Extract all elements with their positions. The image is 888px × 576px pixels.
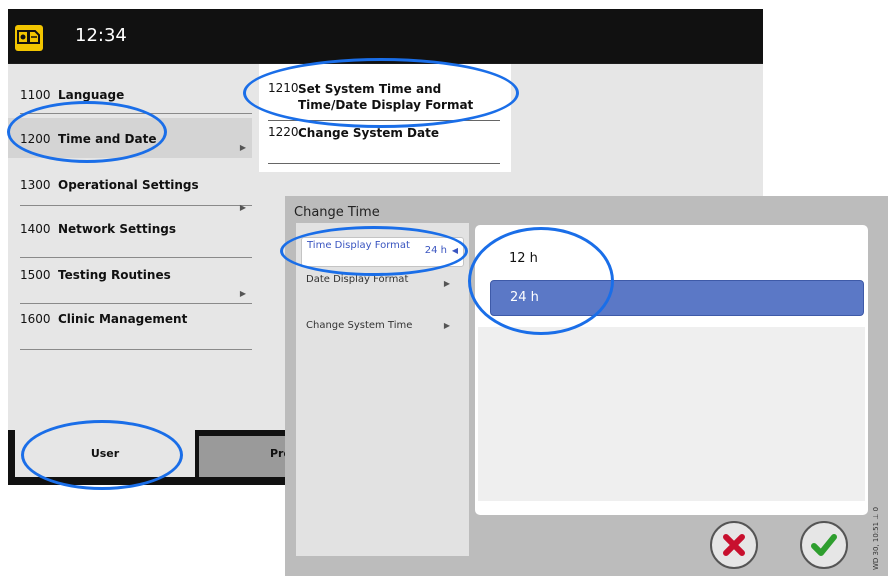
submenu-item-number: 1210 — [268, 81, 299, 95]
option-date-display-format[interactable]: Date Display Format ▶ — [301, 274, 464, 300]
option-value: 24 h — [424, 245, 447, 256]
divider — [20, 205, 252, 206]
menu-item-time-and-date[interactable]: 1200 Time and Date ▶ — [8, 118, 252, 158]
choice-24h-selected[interactable]: 24 h — [490, 280, 864, 316]
submenu-item-change-system-date[interactable]: 1220 Change System Date — [268, 125, 504, 165]
menu-item-testing-routines[interactable]: 1500 Testing Routines ▶ — [20, 254, 252, 304]
tab-user[interactable]: User — [15, 430, 195, 477]
dialog-options-panel: Time Display Format 24 h ◀ Date Display … — [296, 223, 469, 556]
close-x-icon — [723, 534, 745, 556]
submenu-item-label: Change System Date — [298, 126, 439, 140]
divider — [20, 349, 252, 350]
chevron-right-icon: ▶ — [443, 321, 450, 330]
choice-label: 12 h — [509, 251, 538, 266]
tab-programs[interactable]: Prog — [199, 436, 299, 477]
tab-label: User — [90, 447, 120, 460]
menu-item-number: 1500 — [20, 268, 51, 282]
menu-item-number: 1600 — [20, 312, 51, 326]
menu-item-number: 1200 — [20, 132, 51, 146]
menu-item-number: 1400 — [20, 222, 51, 236]
menu-item-number: 1300 — [20, 178, 51, 192]
cancel-button[interactable] — [710, 521, 758, 569]
submenu-item-set-system-time[interactable]: 1210 Set System Time and Time/Date Displ… — [268, 81, 504, 121]
option-time-display-format[interactable]: Time Display Format 24 h ◀ — [301, 237, 464, 267]
menu-item-number: 1100 — [20, 88, 51, 102]
divider — [20, 113, 252, 114]
menu-item-network-settings[interactable]: 1400 Network Settings — [20, 208, 252, 258]
choice-12h[interactable]: 12 h — [490, 242, 862, 276]
option-label: Date Display Format — [306, 274, 409, 285]
menu-item-label: Clinic Management — [58, 312, 188, 326]
change-time-dialog: Change Time Time Display Format 24 h ◀ D… — [285, 196, 888, 576]
menu-item-label: Network Settings — [58, 222, 176, 236]
time-format-chooser: 12 h 24 h — [475, 225, 868, 515]
option-change-system-time[interactable]: Change System Time ▶ — [301, 320, 464, 336]
menu-item-language[interactable]: 1100 Language — [20, 74, 252, 114]
submenu-item-label: Set System Time and Time/Date Display Fo… — [298, 82, 474, 112]
device-tool-icon[interactable] — [15, 25, 43, 51]
chevron-right-icon: ▶ — [239, 289, 246, 298]
check-icon — [811, 534, 837, 556]
clock-display: 12:34 — [75, 25, 127, 46]
choice-list-empty-area — [478, 327, 865, 501]
choice-label: 24 h — [510, 290, 539, 305]
submenu-panel: 1210 Set System Time and Time/Date Displ… — [259, 64, 511, 172]
menu-item-operational-settings[interactable]: 1300 Operational Settings ▶ — [20, 164, 252, 212]
top-bar: 12:34 — [8, 9, 763, 63]
submenu-item-number: 1220 — [268, 125, 299, 139]
divider — [268, 163, 500, 164]
menu-item-clinic-management[interactable]: 1600 Clinic Management — [20, 298, 252, 350]
confirm-button[interactable] — [800, 521, 848, 569]
menu-item-label: Testing Routines — [58, 268, 171, 282]
chevron-right-icon: ▶ — [443, 279, 450, 288]
figure-code: WD 30, 10:51 ⊥ 0 — [872, 506, 880, 570]
dialog-title: Change Time — [294, 205, 380, 220]
option-label: Time Display Format — [307, 240, 410, 251]
menu-item-label: Operational Settings — [58, 178, 199, 192]
chevron-right-icon: ▶ — [239, 143, 246, 152]
chevron-left-icon: ◀ — [451, 246, 458, 255]
divider — [268, 120, 500, 121]
menu-item-label: Time and Date — [58, 132, 157, 146]
option-label: Change System Time — [306, 320, 413, 331]
menu-item-label: Language — [58, 88, 125, 102]
